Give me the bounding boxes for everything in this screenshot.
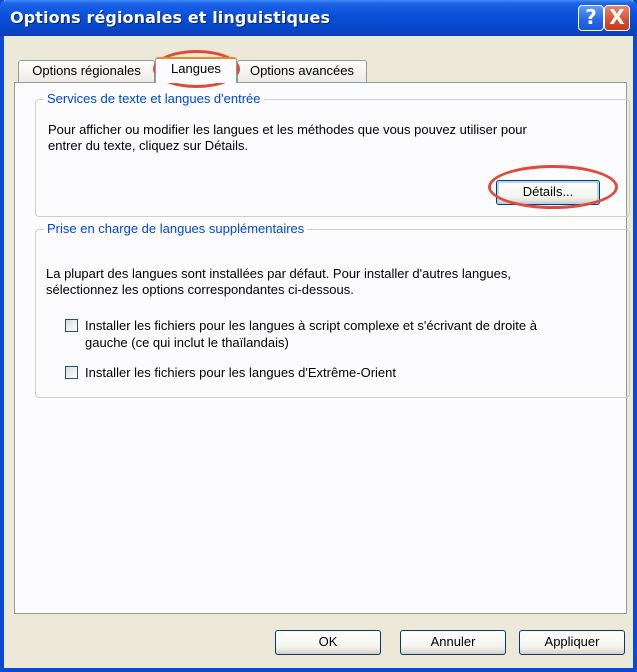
complex-script-label-line1[interactable]: Installer les fichiers pour les langues …	[85, 318, 537, 334]
text-services-description-line2: entrer du texte, cliquez sur Détails.	[48, 138, 249, 153]
tab-languages[interactable]: Langues	[155, 57, 237, 83]
title-bar[interactable]: Options régionales et linguistiques ? X	[0, 0, 637, 36]
window-title: Options régionales et linguistiques	[10, 8, 331, 27]
dialog-window: Options régionales et linguistiques ? X …	[0, 0, 637, 672]
ok-button[interactable]: OK	[275, 630, 381, 655]
supplemental-description-line2: sélectionnez les options correspondantes…	[46, 282, 354, 297]
apply-button[interactable]: Appliquer	[519, 630, 625, 655]
close-button[interactable]: X	[604, 5, 630, 31]
east-asian-checkbox[interactable]	[65, 366, 78, 379]
details-button[interactable]: Détails...	[496, 180, 600, 205]
group-text-services-legend: Services de texte et langues d'entrée	[44, 91, 264, 106]
complex-script-checkbox[interactable]	[65, 319, 78, 332]
text-services-description-line1: Pour afficher ou modifier les langues et…	[48, 122, 527, 137]
tab-panel-languages: Services de texte et langues d'entrée Po…	[14, 82, 630, 614]
group-text-services: Services de texte et langues d'entrée Po…	[35, 91, 630, 217]
east-asian-label[interactable]: Installer les fichiers pour les langues …	[85, 365, 396, 381]
group-supplemental-languages: Prise en charge de langues supplémentair…	[35, 221, 630, 398]
close-icon: X	[609, 5, 625, 29]
help-icon: ?	[585, 5, 597, 29]
supplemental-description-line1: La plupart des langues sont installées p…	[46, 266, 511, 281]
group-supplemental-legend: Prise en charge de langues supplémentair…	[44, 221, 308, 236]
tab-advanced-options[interactable]: Options avancées	[237, 60, 367, 82]
complex-script-label-line2[interactable]: gauche (ce qui inclut le thaïlandais)	[85, 335, 289, 351]
tab-regional-options[interactable]: Options régionales	[18, 60, 155, 82]
cancel-button[interactable]: Annuler	[400, 630, 506, 655]
help-button[interactable]: ?	[578, 5, 604, 31]
